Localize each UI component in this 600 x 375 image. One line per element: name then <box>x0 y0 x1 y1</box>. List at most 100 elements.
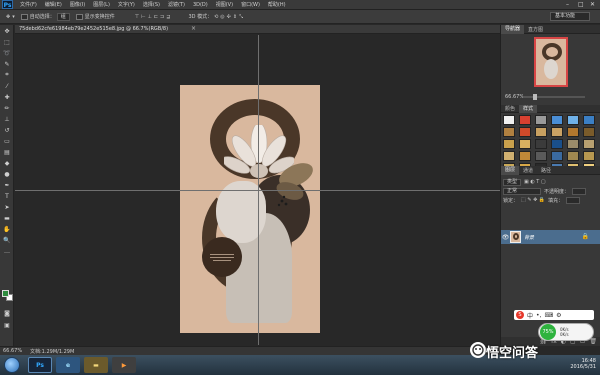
quick-select-tool-icon[interactable]: ✎ <box>1 59 13 69</box>
clone-stamp-tool-icon[interactable]: ⊥ <box>1 114 13 124</box>
path-select-tool-icon[interactable]: ➤ <box>1 202 13 212</box>
minimize-button[interactable]: – <box>566 1 569 8</box>
layer-row-background[interactable]: 👁 背景 🔒 <box>501 230 600 244</box>
shape-tool-icon[interactable]: ▬ <box>1 213 13 223</box>
hand-tool-icon[interactable]: ✋ <box>1 224 13 234</box>
style-swatch[interactable] <box>551 151 563 161</box>
canvas-area[interactable] <box>15 35 500 345</box>
align-buttons[interactable]: ⊤ ⊢ ⊥ ⊏ ⊐ ⊒ <box>135 14 171 20</box>
quick-mask-icon[interactable]: ◙ <box>1 308 13 318</box>
tab-styles[interactable]: 样式 <box>519 104 538 113</box>
align-center-icon[interactable]: ⊐ <box>160 14 164 20</box>
eraser-tool-icon[interactable]: ▭ <box>1 136 13 146</box>
status-doc-size[interactable]: 文档:1.29M/1.29M <box>30 348 74 355</box>
marquee-tool-icon[interactable]: ⬚ <box>1 37 13 47</box>
fill-field[interactable] <box>566 196 581 204</box>
style-swatch[interactable] <box>519 127 531 137</box>
roll-3d-icon[interactable]: ◎ <box>220 14 224 20</box>
brush-tool-icon[interactable]: ✏ <box>1 103 13 113</box>
maximize-button[interactable]: □ <box>578 1 584 8</box>
tab-layers[interactable]: 图层 <box>501 165 520 175</box>
align-top-icon[interactable]: ⊤ <box>135 14 139 20</box>
style-swatch[interactable] <box>551 127 563 137</box>
blur-tool-icon[interactable]: ◆ <box>1 158 13 168</box>
menu-select[interactable]: 选择(S) <box>139 1 164 8</box>
document-canvas[interactable] <box>180 85 320 333</box>
menu-type[interactable]: 文字(Y) <box>114 1 139 8</box>
show-transform-checkbox[interactable] <box>75 13 83 20</box>
navigator-preview[interactable] <box>534 37 568 87</box>
style-swatch[interactable] <box>535 151 547 161</box>
tab-channels[interactable]: 通道 <box>519 167 537 174</box>
start-button[interactable] <box>4 357 20 373</box>
settings-icon[interactable]: ⚙ <box>556 312 561 319</box>
type-tool-icon[interactable]: T <box>1 191 13 201</box>
workspace-dropdown[interactable]: 基本功能 <box>550 12 590 21</box>
punctuation-icon[interactable]: •, <box>536 312 541 319</box>
slide-3d-icon[interactable]: ⇕ <box>233 14 237 20</box>
scale-3d-icon[interactable]: ⤡ <box>239 14 243 20</box>
extra-tools-icon[interactable]: … <box>1 246 13 256</box>
taskbar-folder-icon[interactable]: ▬ <box>84 357 108 373</box>
style-swatch[interactable] <box>567 151 579 161</box>
auto-select-option[interactable]: 自动选择： 组 <box>20 12 70 21</box>
align-bottom-icon[interactable]: ⊥ <box>147 14 151 20</box>
status-zoom[interactable]: 66.67% <box>0 348 30 354</box>
style-swatch[interactable] <box>567 139 579 149</box>
menu-image[interactable]: 图像(I) <box>66 1 89 8</box>
navigator-zoom-value[interactable]: 66.67% <box>505 94 524 100</box>
style-swatch[interactable] <box>567 127 579 137</box>
style-swatch[interactable] <box>535 127 547 137</box>
layer-kind-filter[interactable]: 类型 <box>503 178 522 186</box>
style-swatch[interactable] <box>567 115 579 125</box>
taskbar-photoshop[interactable]: Ps <box>28 357 52 373</box>
style-swatch[interactable] <box>519 151 531 161</box>
style-swatch[interactable] <box>503 151 515 161</box>
auto-select-dropdown[interactable]: 组 <box>56 12 70 21</box>
style-swatch[interactable] <box>503 139 515 149</box>
foreground-color-swatch[interactable] <box>2 290 9 297</box>
style-swatch[interactable] <box>535 115 547 125</box>
tab-histogram[interactable]: 直方图 <box>524 26 547 33</box>
style-swatch[interactable] <box>551 139 563 149</box>
layer-name[interactable]: 背景 <box>524 234 534 241</box>
align-left-icon[interactable]: ⊏ <box>154 14 158 20</box>
lock-icons[interactable]: ⬚ ✎ ✥ 🔒 <box>521 197 545 203</box>
menu-filter[interactable]: 滤镜(T) <box>164 1 189 8</box>
auto-select-checkbox[interactable] <box>20 13 28 20</box>
style-swatch[interactable] <box>503 127 515 137</box>
style-swatch[interactable] <box>551 115 563 125</box>
move-tool-icon[interactable]: ✥ <box>1 26 13 36</box>
tab-paths[interactable]: 路径 <box>537 167 555 174</box>
document-tab[interactable]: 75debd62cfe61984eb79e2452e515e8.jpg @ 66… <box>19 26 168 32</box>
menu-edit[interactable]: 编辑(E) <box>41 1 66 8</box>
style-swatch[interactable] <box>583 115 595 125</box>
navigator-zoom-slider[interactable] <box>523 94 585 100</box>
keyboard-icon[interactable]: ⌨ <box>544 312 553 319</box>
menu-layer[interactable]: 图层(L) <box>89 1 114 8</box>
menu-view[interactable]: 视图(V) <box>212 1 237 8</box>
tab-navigator[interactable]: 导航器 <box>501 24 525 34</box>
crop-tool-icon[interactable]: ⌗ <box>1 70 13 80</box>
style-swatch[interactable] <box>519 139 531 149</box>
pen-tool-icon[interactable]: ✒ <box>1 180 13 190</box>
horizontal-guide[interactable] <box>15 190 500 191</box>
dodge-tool-icon[interactable]: ● <box>1 169 13 179</box>
menu-3d[interactable]: 3D(D) <box>189 2 212 8</box>
menu-help[interactable]: 帮助(H) <box>264 1 290 8</box>
blend-mode-dropdown[interactable]: 正常 <box>503 187 541 195</box>
history-brush-tool-icon[interactable]: ↺ <box>1 125 13 135</box>
style-swatch[interactable] <box>583 139 595 149</box>
ime-mode[interactable]: 中 <box>527 311 533 320</box>
network-speed-widget[interactable]: 75% 0K/s 0K/s <box>538 323 594 341</box>
taskbar-media-icon[interactable]: ▶ <box>112 357 136 373</box>
style-swatch[interactable] <box>519 115 531 125</box>
screen-mode-icon[interactable]: ▣ <box>1 320 13 330</box>
filter-icons[interactable]: ▣ ◐ T ▢ <box>524 179 546 185</box>
close-document-icon[interactable]: × <box>191 25 196 32</box>
ime-toolbar[interactable]: S 中 •, ⌨ ⚙ <box>514 310 594 320</box>
taskbar-browser[interactable]: e <box>56 357 80 373</box>
menu-file[interactable]: 文件(F) <box>16 1 41 8</box>
eyedropper-tool-icon[interactable]: ⁄ <box>1 81 13 91</box>
style-swatch[interactable] <box>583 127 595 137</box>
